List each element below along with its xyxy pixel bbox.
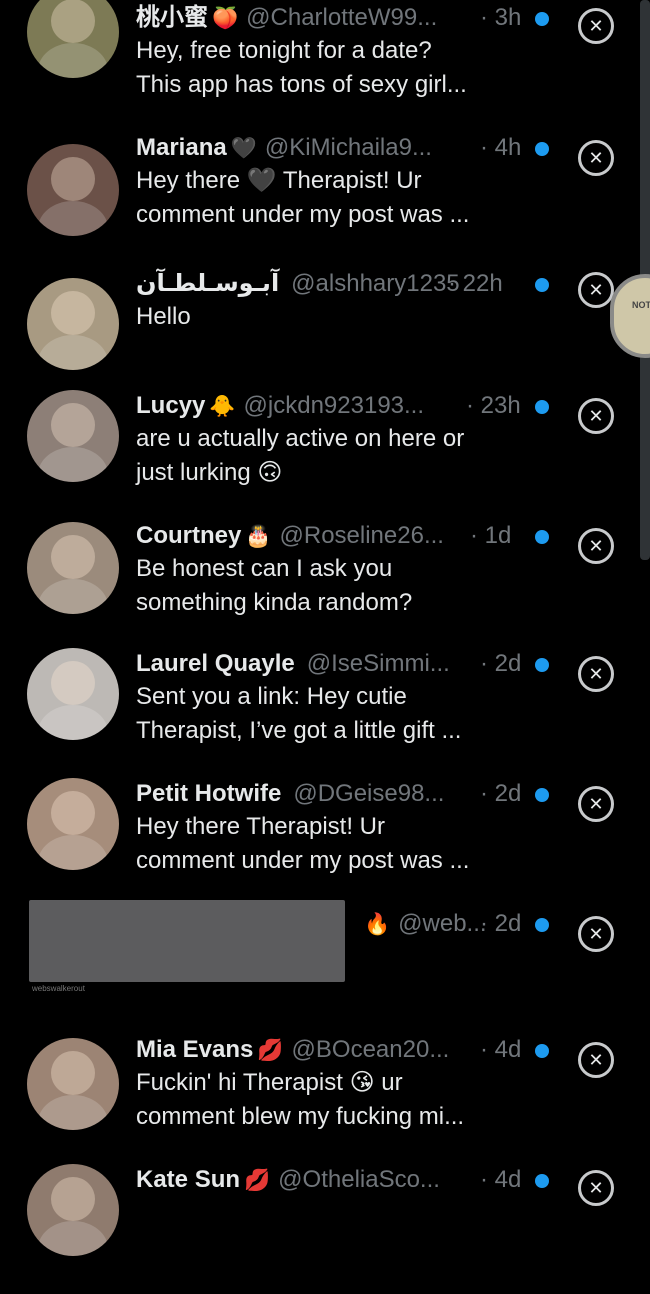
timestamp: · 4d bbox=[480, 1166, 522, 1193]
timestamp: · 4d bbox=[480, 1036, 522, 1063]
timestamp: · 1d bbox=[470, 522, 512, 549]
conversation-row[interactable]: Petit Hotwife @DGeise98... · 2d ✕ Hey there … bbox=[0, 778, 650, 908]
unread-dot-icon bbox=[535, 400, 549, 414]
redacted-region bbox=[29, 900, 345, 982]
message-preview-line: comment blew my fucking mi... bbox=[136, 1103, 465, 1130]
timestamp: · 4h bbox=[480, 134, 522, 161]
sender-name: Courtney bbox=[136, 522, 242, 549]
avatar[interactable] bbox=[27, 522, 119, 614]
close-circle-icon[interactable]: ✕ bbox=[578, 528, 614, 564]
close-circle-icon[interactable]: ✕ bbox=[578, 786, 614, 822]
conversation-row[interactable]: Laurel Quayle @IseSimmi... · 2d ✕ Sent you a… bbox=[0, 648, 650, 778]
redacted-caption: webswalkerout bbox=[32, 984, 85, 993]
message-preview-line: Hey there Therapist! Ur bbox=[136, 813, 385, 840]
sender-handle: @web... bbox=[398, 910, 487, 937]
close-circle-icon[interactable]: ✕ bbox=[578, 916, 614, 952]
conversation-row[interactable]: Kate Sun 💋 @OtheliaSco... · 4d ✕ bbox=[0, 1164, 650, 1294]
name-emoji: 🎂 bbox=[245, 524, 272, 548]
sender-name: Laurel Quayle bbox=[136, 650, 295, 677]
close-circle-icon[interactable]: ✕ bbox=[578, 1042, 614, 1078]
close-circle-icon[interactable]: ✕ bbox=[578, 398, 614, 434]
avatar[interactable] bbox=[27, 1038, 119, 1130]
name-emoji: 🍑 bbox=[212, 6, 239, 30]
avatar[interactable] bbox=[27, 778, 119, 870]
close-circle-icon[interactable]: ✕ bbox=[578, 140, 614, 176]
avatar[interactable] bbox=[27, 648, 119, 740]
sender-handle: @DGeise98... bbox=[293, 780, 445, 807]
unread-dot-icon bbox=[535, 658, 549, 672]
unread-dot-icon bbox=[535, 918, 549, 932]
avatar[interactable] bbox=[27, 144, 119, 236]
sender-handle: @OtheliaSco... bbox=[278, 1166, 440, 1193]
message-preview-line: comment under my post was ... bbox=[136, 201, 470, 228]
sender-name: Mia Evans bbox=[136, 1036, 254, 1063]
avatar[interactable] bbox=[27, 278, 119, 370]
unread-dot-icon bbox=[535, 1044, 549, 1058]
message-preview-line: Therapist, I’ve got a little gift ... bbox=[136, 717, 462, 744]
avatar[interactable] bbox=[27, 390, 119, 482]
conversation-row[interactable]: Mariana 🖤 @KiMichaila9... · 4h ✕ Hey there 🖤 … bbox=[0, 130, 650, 260]
conversation-row[interactable]: Lucyy 🐥 @jckdn923193... · 23h ✕ are u actuall… bbox=[0, 390, 650, 520]
timestamp: · 2d bbox=[480, 650, 522, 677]
name-emoji: 🐥 bbox=[209, 394, 236, 418]
unread-dot-icon bbox=[535, 12, 549, 26]
sender-handle: @jckdn923193... bbox=[243, 392, 425, 419]
message-requests-list: 桃小蜜 🍑 @CharlotteW99... · 3h ✕ Hey, free tonig… bbox=[0, 0, 650, 1256]
message-preview-line: are u actually active on here or bbox=[136, 425, 465, 452]
sender-handle: @CharlotteW99... bbox=[246, 4, 438, 31]
sender-name: Petit Hotwife bbox=[136, 780, 282, 807]
avatar[interactable] bbox=[27, 0, 119, 78]
message-preview-line: something kinda random? bbox=[136, 589, 413, 616]
unread-dot-icon bbox=[535, 278, 549, 292]
sender-handle: @Roseline26... bbox=[279, 522, 444, 549]
message-preview-line: Hello bbox=[136, 303, 191, 330]
close-circle-icon[interactable]: ✕ bbox=[578, 656, 614, 692]
name-emoji: 🖤 bbox=[230, 136, 257, 160]
message-preview-line: This app has tons of sexy girl... bbox=[136, 71, 467, 98]
message-preview-line: Hey there 🖤 Therapist! Ur bbox=[136, 167, 422, 194]
sender-name: Mariana bbox=[136, 134, 227, 161]
sender-name: 桃小蜜 bbox=[136, 4, 208, 31]
unread-dot-icon bbox=[535, 530, 549, 544]
message-preview-line: Sent you a link: Hey cutie bbox=[136, 683, 407, 710]
timestamp: · 3h bbox=[480, 4, 522, 31]
close-circle-icon[interactable]: ✕ bbox=[578, 272, 614, 308]
timestamp: · 23h bbox=[466, 392, 521, 419]
message-preview-line: Be honest can I ask you bbox=[136, 555, 393, 582]
timestamp: · 22h bbox=[448, 270, 503, 297]
timestamp: · 2d bbox=[480, 780, 522, 807]
unread-dot-icon bbox=[535, 1174, 549, 1188]
message-preview-line: just lurking 🙃 bbox=[136, 459, 283, 486]
sender-handle: @KiMichaila9... bbox=[264, 134, 432, 161]
close-circle-icon[interactable]: ✕ bbox=[578, 8, 614, 44]
name-emoji: 🔥 bbox=[364, 912, 391, 936]
close-circle-icon[interactable]: ✕ bbox=[578, 1170, 614, 1206]
conversation-row[interactable]: Mia Evans 💋 @BOcean20... · 4d ✕ Fuckin' hi Th… bbox=[0, 1034, 650, 1164]
conversation-row[interactable]: آبـوسـلطـآن @alshhary1235 · 22h ✕ Hello bbox=[0, 262, 650, 392]
message-preview-line: Fuckin' hi Therapist 😘 ur bbox=[136, 1069, 403, 1096]
sender-handle: @BOcean20... bbox=[291, 1036, 450, 1063]
conversation-row[interactable]: Courtney 🎂 @Roseline26... · 1d ✕ Be honest ca… bbox=[0, 520, 650, 650]
unread-dot-icon bbox=[535, 142, 549, 156]
sender-name: Lucyy bbox=[136, 392, 206, 419]
message-preview-line: Hey, free tonight for a date? bbox=[136, 37, 432, 64]
avatar[interactable] bbox=[27, 1164, 119, 1256]
note-label: NOTE bbox=[632, 300, 650, 310]
conversation-row[interactable]: 桃小蜜 🍑 @CharlotteW99... · 3h ✕ Hey, free tonig… bbox=[0, 0, 650, 130]
message-preview-line: comment under my post was ... bbox=[136, 847, 470, 874]
timestamp: · 2d bbox=[480, 910, 522, 937]
sender-handle: @alshhary1235 bbox=[291, 270, 460, 297]
sender-name: Kate Sun bbox=[136, 1166, 241, 1193]
sender-handle: @IseSimmi... bbox=[306, 650, 450, 677]
conversation-header: 🔥 @web... bbox=[360, 908, 490, 940]
name-emoji: 💋 bbox=[257, 1038, 284, 1062]
name-emoji: 💋 bbox=[244, 1168, 271, 1192]
unread-dot-icon bbox=[535, 788, 549, 802]
sender-name: آبـوسـلطـآن bbox=[136, 270, 280, 297]
